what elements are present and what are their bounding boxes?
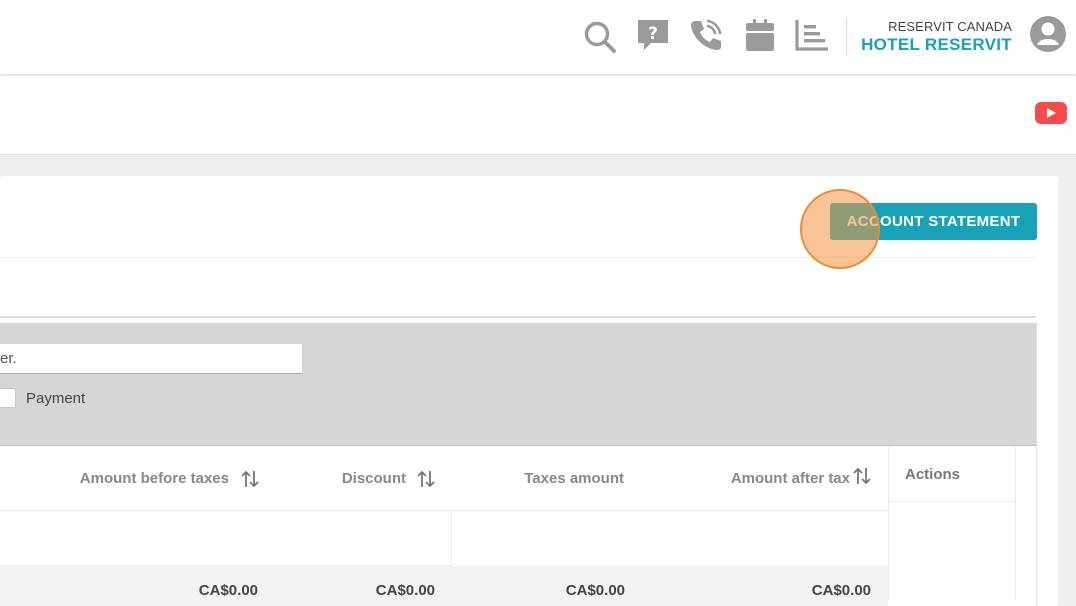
hotel-name[interactable]: HOTEL RESERVIT: [861, 35, 1012, 55]
divider: [0, 257, 1036, 258]
totals-row: [0, 566, 888, 606]
search-icon[interactable]: [583, 20, 617, 54]
total-taxes-amount: CA$0.00: [565, 582, 625, 599]
sort-icon[interactable]: [240, 469, 260, 489]
column-header-discount[interactable]: Discount: [342, 470, 406, 487]
sort-icon[interactable]: [416, 469, 436, 489]
calendar-icon[interactable]: [744, 18, 776, 52]
click-indicator: [800, 189, 880, 269]
table-row: [0, 511, 888, 566]
search-input[interactable]: [0, 344, 302, 374]
svg-text:?: ?: [648, 24, 658, 44]
column-header-taxes-amount[interactable]: Taxes amount: [524, 470, 624, 487]
divider: [0, 316, 1036, 318]
phone-icon[interactable]: [689, 18, 723, 52]
table-border: [1036, 323, 1037, 606]
sort-icon[interactable]: [852, 466, 872, 486]
youtube-icon[interactable]: [1035, 102, 1067, 124]
payment-checkbox[interactable]: [0, 388, 16, 408]
total-discount: CA$0.00: [375, 582, 435, 599]
user-avatar-icon[interactable]: [1029, 15, 1067, 53]
cell-divider: [451, 511, 452, 566]
header-divider: [846, 18, 847, 56]
column-header-amount-before-taxes[interactable]: Amount before taxes: [80, 470, 229, 487]
total-amount-before-taxes: CA$0.00: [198, 582, 258, 599]
column-header-amount-after-tax[interactable]: Amount after tax: [731, 470, 850, 487]
report-icon[interactable]: [795, 18, 829, 52]
help-chat-icon[interactable]: ?: [636, 18, 670, 52]
secondary-toolbar: [0, 76, 1076, 155]
total-amount-after-tax: CA$0.00: [811, 582, 871, 599]
column-header-actions: Actions: [905, 466, 961, 483]
filter-panel: [0, 323, 1036, 446]
company-name: RESERVIT CANADA: [888, 19, 1012, 34]
payment-checkbox-label: Payment: [26, 390, 86, 407]
